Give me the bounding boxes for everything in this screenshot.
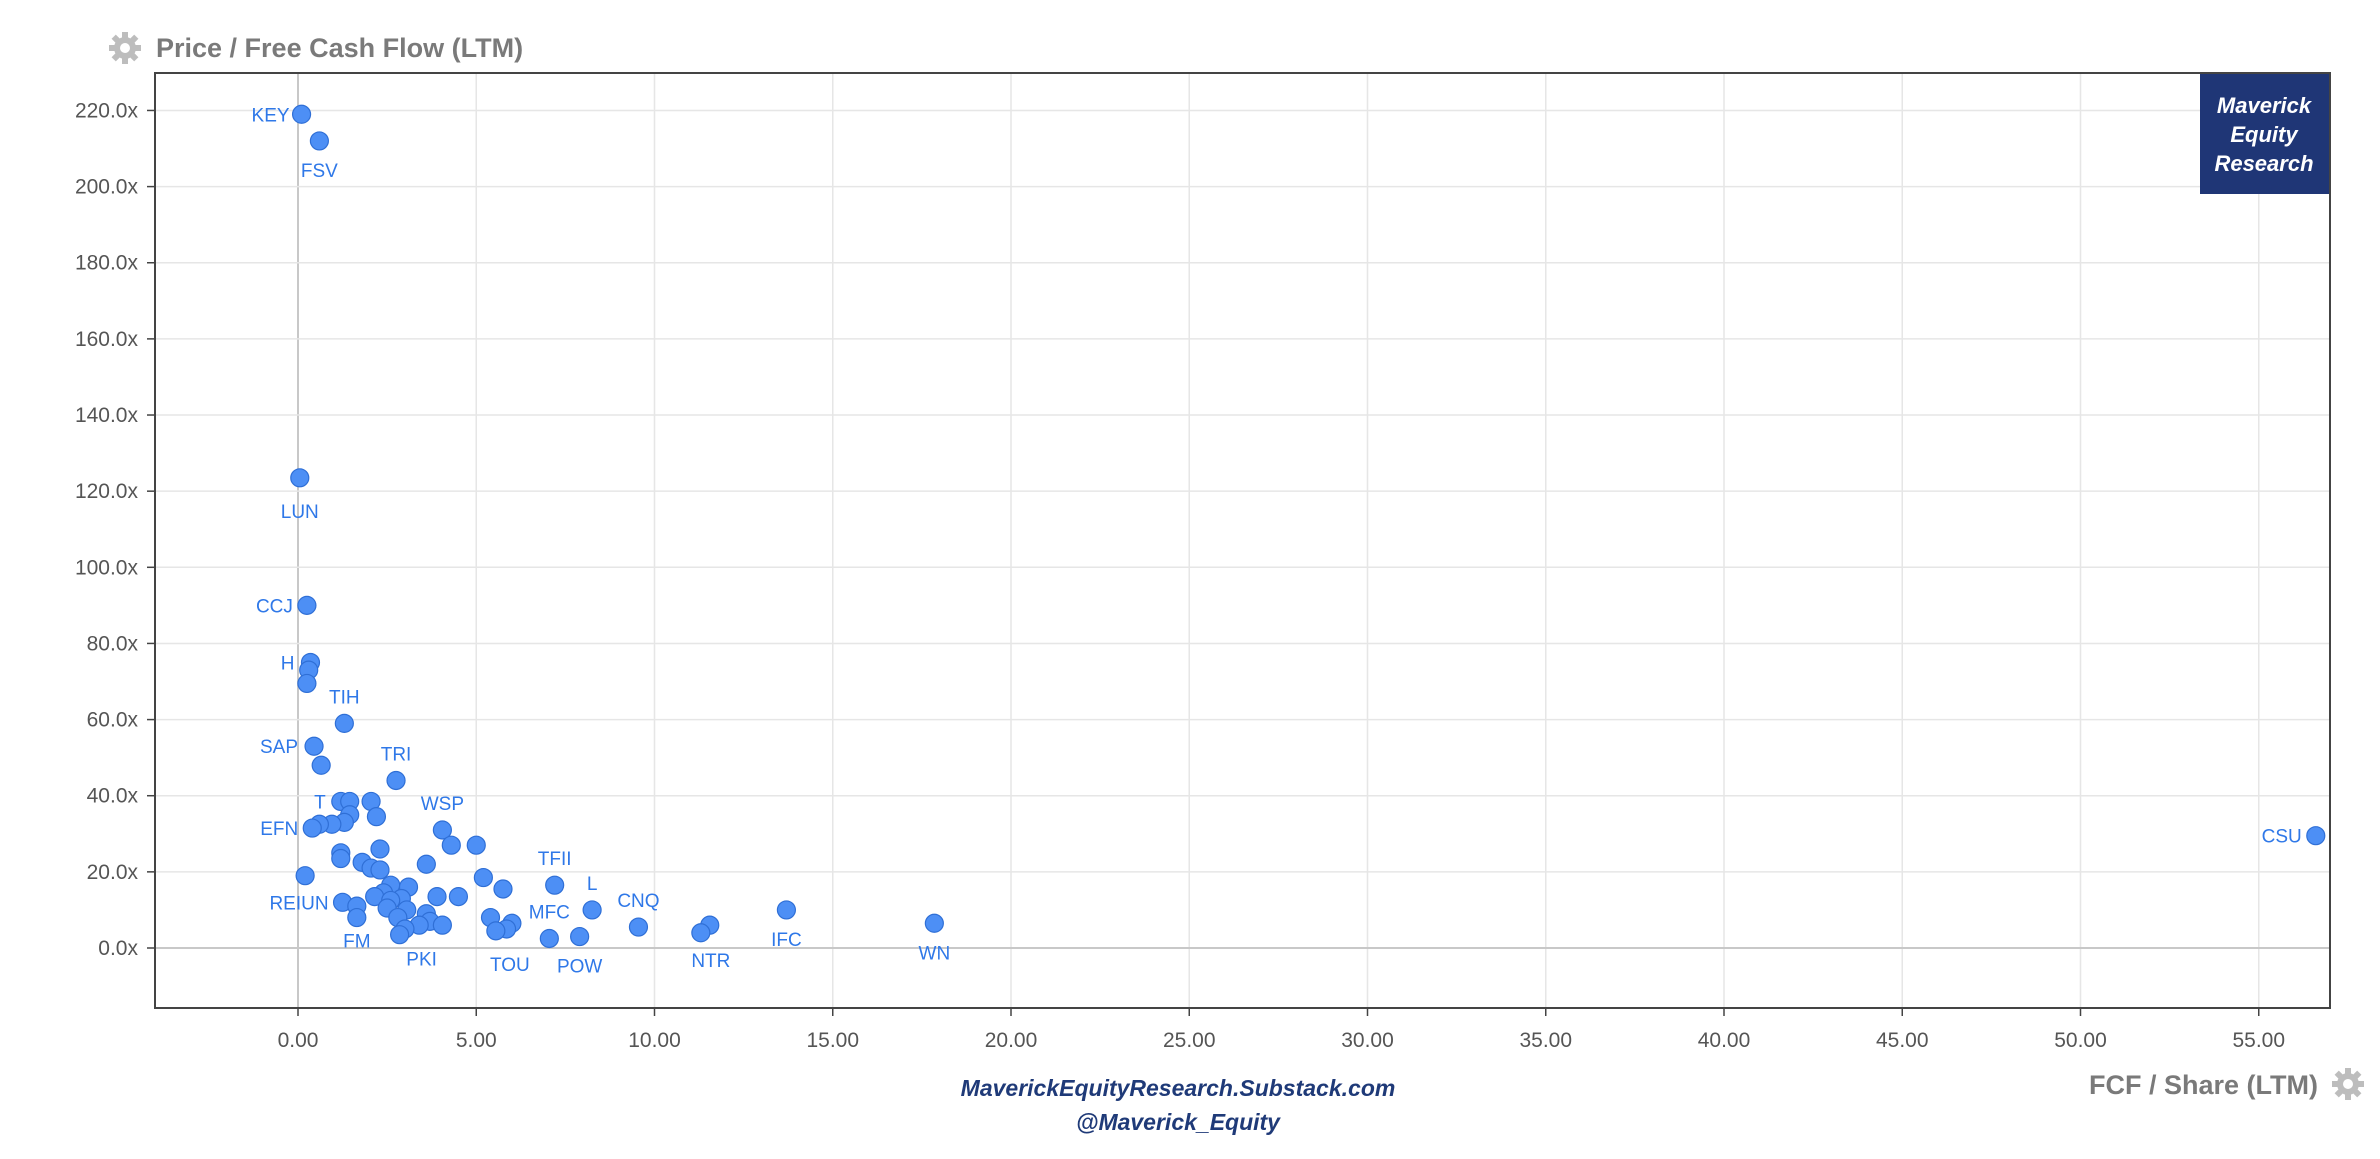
data-point[interactable]: [545, 875, 565, 895]
data-point[interactable]: [432, 915, 452, 935]
point-label: TRI: [381, 744, 412, 765]
point-label: KEY: [252, 105, 290, 126]
point-label: T: [314, 792, 326, 813]
point-label: SAP: [260, 737, 298, 758]
point-label: POW: [557, 957, 602, 978]
data-point[interactable]: [691, 923, 711, 943]
data-point[interactable]: [290, 468, 310, 488]
point-label: CNQ: [617, 891, 659, 912]
plot-frame: [154, 72, 2331, 1009]
data-point[interactable]: [570, 926, 590, 947]
x-tick-label: 5.00: [456, 1029, 497, 1052]
data-point[interactable]: [441, 835, 461, 855]
data-point[interactable]: [311, 755, 331, 775]
x-tick-label: 30.00: [1341, 1029, 1394, 1052]
data-point[interactable]: [291, 104, 312, 124]
data-point[interactable]: [304, 736, 324, 756]
data-point[interactable]: [924, 913, 944, 933]
point-label: LUN: [281, 502, 319, 523]
y-tick-label: 200.0x: [75, 176, 139, 199]
data-point[interactable]: [582, 900, 602, 920]
y-tick-label: 140.0x: [75, 404, 139, 427]
data-point[interactable]: [302, 818, 322, 838]
scatter-chart: Price / Free Cash Flow (LTM) 0.00 5.00 10.…: [75, 32, 2364, 1135]
point-label: CCJ: [256, 596, 293, 617]
data-point[interactable]: [334, 713, 354, 733]
point-labels: KEY FSV LUN CCJ H TIH SAP TRI T EFN WSP TFII REIUN L I…: [252, 105, 2302, 977]
brand-line-2: Equity: [2230, 122, 2299, 147]
data-point[interactable]: [493, 879, 513, 899]
y-tick-label: 100.0x: [75, 556, 139, 579]
y-tick-label: 160.0x: [75, 328, 139, 351]
x-tick-label: 20.00: [985, 1029, 1038, 1052]
x-tick-label: 15.00: [806, 1029, 859, 1052]
x-tick-label: 55.00: [2232, 1029, 2285, 1052]
data-point[interactable]: [347, 907, 367, 928]
point-label: TFII: [538, 849, 572, 870]
x-axis-title: FCF / Share (LTM): [2089, 1070, 2318, 1100]
y-tick-label: 180.0x: [75, 252, 139, 275]
data-points: [290, 104, 2326, 949]
data-point[interactable]: [416, 854, 436, 874]
y-tick-label: 20.0x: [87, 861, 139, 884]
data-point[interactable]: [297, 673, 317, 694]
brand-line-3: Research: [2214, 151, 2313, 176]
point-label: TOU: [490, 955, 530, 976]
title-gear-icon[interactable]: [109, 32, 141, 64]
y-tick-label: 60.0x: [87, 709, 139, 732]
data-point[interactable]: [295, 866, 315, 886]
credit-handle[interactable]: @Maverick_Equity: [1076, 1109, 1281, 1135]
data-point[interactable]: [297, 595, 317, 615]
xlabel-gear-icon[interactable]: [2332, 1068, 2364, 1100]
data-point[interactable]: [628, 917, 649, 937]
point-label: NTR: [691, 951, 730, 972]
x-tick-label: 50.00: [2054, 1029, 2107, 1052]
y-tick-label: 220.0x: [75, 99, 139, 122]
point-label: H: [281, 653, 295, 674]
data-point[interactable]: [390, 925, 410, 945]
data-point[interactable]: [473, 867, 493, 888]
data-point[interactable]: [370, 860, 390, 880]
point-label: TIH: [329, 687, 360, 708]
data-point[interactable]: [776, 900, 797, 920]
data-point[interactable]: [386, 770, 406, 791]
data-point[interactable]: [486, 921, 506, 941]
x-tick-label: 45.00: [1876, 1029, 1929, 1052]
point-label: EFN: [260, 819, 298, 840]
point-label: FM: [343, 932, 370, 953]
point-label: IFC: [771, 930, 802, 951]
data-point[interactable]: [309, 131, 329, 151]
brand-box: Maverick Equity Research: [2200, 74, 2329, 194]
x-tick-label: 40.00: [1698, 1029, 1751, 1052]
point-label: CSU: [2262, 827, 2302, 848]
credit-substack[interactable]: MaverickEquityResearch.Substack.com: [961, 1075, 1396, 1101]
grid: [155, 73, 2330, 1008]
data-point[interactable]: [2306, 826, 2326, 846]
point-label: REIUN: [269, 893, 328, 914]
data-point[interactable]: [448, 887, 469, 907]
y-tick-label: 80.0x: [87, 632, 139, 655]
point-label: WSP: [421, 794, 464, 815]
x-tick-label: 0.00: [278, 1029, 319, 1052]
x-tick-label: 35.00: [1519, 1029, 1572, 1052]
point-label: MFC: [529, 902, 570, 923]
data-point[interactable]: [366, 807, 387, 827]
point-label: PKI: [406, 950, 437, 971]
data-point[interactable]: [466, 835, 486, 855]
brand-line-1: Maverick: [2217, 93, 2313, 118]
y-tick-label: 40.0x: [87, 785, 139, 808]
data-point[interactable]: [331, 848, 351, 869]
point-label: FSV: [301, 161, 338, 182]
data-point[interactable]: [539, 928, 559, 949]
point-label: WN: [919, 943, 951, 964]
y-tick-label: 120.0x: [75, 480, 139, 503]
data-point[interactable]: [427, 887, 447, 907]
data-point[interactable]: [370, 839, 390, 859]
x-tick-label: 25.00: [1163, 1029, 1216, 1052]
point-label: L: [587, 874, 598, 895]
chart-title: Price / Free Cash Flow (LTM): [156, 33, 523, 63]
y-tick-label: 0.0x: [98, 937, 138, 960]
x-tick-label: 10.00: [628, 1029, 681, 1052]
